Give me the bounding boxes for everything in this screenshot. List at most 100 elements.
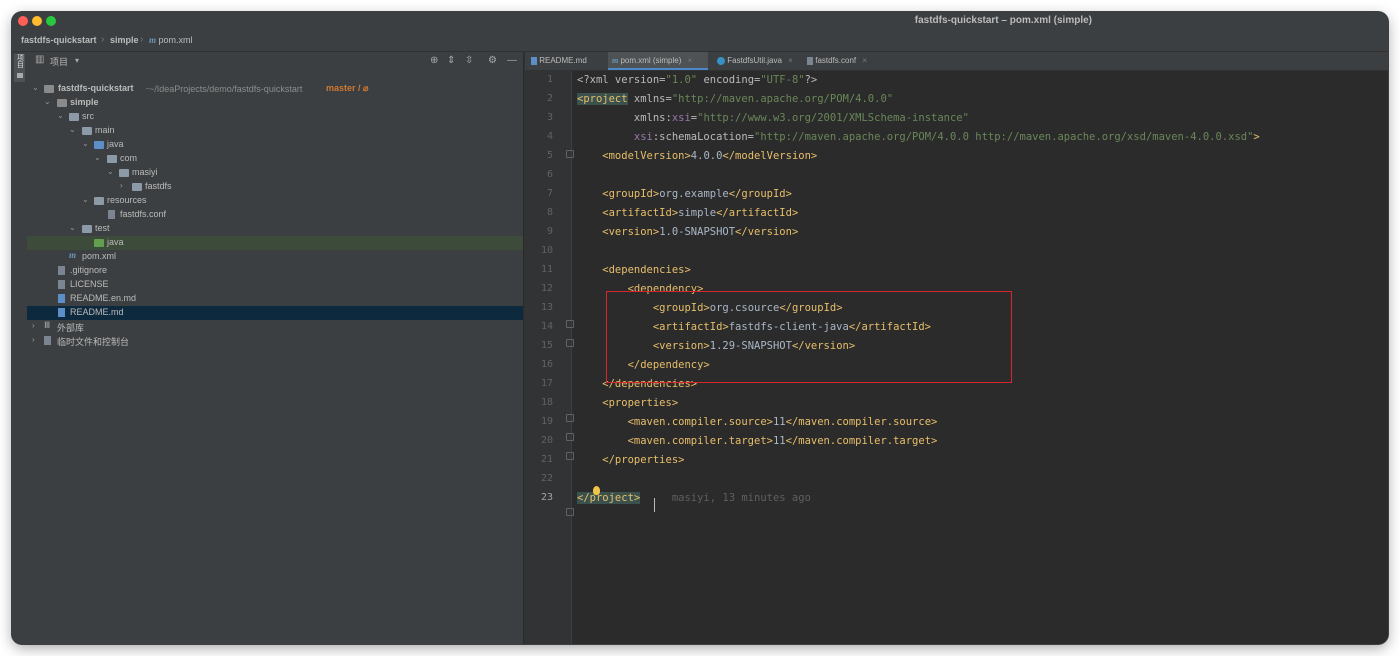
chevron-right-icon[interactable]: › bbox=[32, 321, 35, 330]
chevron-down-icon[interactable]: ▾ bbox=[75, 56, 79, 65]
tree-item-label: pom.xml bbox=[82, 251, 117, 261]
tree-item-masiyi[interactable]: ⌄ masiyi bbox=[27, 166, 523, 180]
chevron-down-icon[interactable]: ⌄ bbox=[69, 223, 76, 232]
project-view-selector[interactable]: 项目 bbox=[50, 55, 68, 68]
code-line-1: <?xml version="1.0" encoding="UTF-8"?> bbox=[577, 71, 817, 90]
attr-name: :schemaLocation= bbox=[652, 131, 755, 143]
tab-fastdfsutil[interactable]: FastdfsUtil.java × bbox=[717, 52, 801, 70]
library-icon: Ⅲ bbox=[44, 320, 51, 330]
code-line-3: xmlns:xsi="http://www.w3.org/2001/XMLSch… bbox=[577, 109, 969, 128]
tree-item-com[interactable]: ⌄ com bbox=[27, 152, 523, 166]
markdown-file-icon bbox=[531, 56, 537, 65]
tag-name: <project bbox=[577, 93, 628, 105]
tag-close: </version> bbox=[735, 226, 799, 238]
project-tool-tab[interactable]: 项目 bbox=[14, 54, 25, 82]
tag-text: 11 bbox=[772, 416, 786, 428]
tag-close: </modelVersion> bbox=[722, 150, 818, 162]
fold-marker[interactable] bbox=[566, 508, 574, 516]
maven-icon: m bbox=[612, 56, 619, 65]
chevron-down-icon[interactable]: ⌄ bbox=[82, 195, 89, 204]
tree-item-scratches[interactable]: › 临时文件和控制台 bbox=[27, 334, 523, 348]
lightbulb-icon[interactable] bbox=[593, 486, 600, 495]
attr-value: "http://www.w3.org/2001/XMLSchema-instan… bbox=[697, 112, 969, 124]
tag-open: <properties> bbox=[577, 397, 679, 409]
line-number: 1 bbox=[546, 74, 553, 85]
xml-decl-end: ?> bbox=[804, 74, 818, 86]
tree-item-fastdfs-conf[interactable]: fastdfs.conf bbox=[27, 208, 523, 222]
chevron-down-icon[interactable]: ⌄ bbox=[69, 125, 76, 134]
tree-item-project-root[interactable]: ⌄ fastdfs-quickstart - ~/IdeaProjects/de… bbox=[27, 82, 523, 96]
breadcrumb-project[interactable]: fastdfs-quickstart bbox=[21, 35, 97, 45]
tree-item-label: fastdfs.conf bbox=[120, 209, 167, 219]
close-tab-icon[interactable]: × bbox=[862, 56, 867, 65]
module-folder-icon bbox=[57, 99, 67, 107]
tag-close: </maven.compiler.target> bbox=[785, 435, 938, 447]
tab-fastdfs-conf[interactable]: fastdfs.conf × bbox=[807, 52, 879, 70]
tree-item-simple[interactable]: ⌄ simple bbox=[27, 96, 523, 110]
tree-item-pom[interactable]: m pom.xml bbox=[27, 250, 523, 264]
breadcrumb-file[interactable]: m pom.xml bbox=[149, 35, 193, 45]
attr-value: "UTF-8" bbox=[760, 74, 805, 86]
tree-item-fastdfs[interactable]: › fastdfs bbox=[27, 180, 523, 194]
file-icon bbox=[807, 56, 813, 65]
tree-item-test[interactable]: ⌄ test bbox=[27, 222, 523, 236]
tree-item-gitignore[interactable]: .gitignore bbox=[27, 264, 523, 278]
fold-marker[interactable] bbox=[566, 433, 574, 441]
tree-item-external-libraries[interactable]: › Ⅲ 外部库 bbox=[27, 320, 523, 334]
markdown-file-icon bbox=[58, 308, 65, 317]
maven-icon: m bbox=[149, 35, 157, 45]
chevron-down-icon[interactable]: ⌄ bbox=[82, 139, 89, 148]
chevron-down-icon[interactable]: ⌄ bbox=[44, 97, 51, 106]
tree-item-resources[interactable]: ⌄ resources bbox=[27, 194, 523, 208]
line-number: 4 bbox=[546, 131, 553, 142]
tab-pom[interactable]: m pom.xml (simple) × bbox=[608, 52, 708, 70]
attr-value: "1.0" bbox=[665, 74, 698, 86]
chevron-down-icon[interactable]: ⌄ bbox=[107, 167, 114, 176]
tab-label: FastdfsUtil.java bbox=[727, 56, 782, 65]
line-number: 21 bbox=[540, 454, 553, 465]
tree-item-readme[interactable]: README.md bbox=[27, 306, 523, 320]
fold-marker[interactable] bbox=[566, 150, 574, 158]
expand-all-icon[interactable]: ⇕ bbox=[447, 55, 455, 66]
line-number: 18 bbox=[540, 397, 553, 408]
package-icon bbox=[107, 155, 117, 163]
line-number: 16 bbox=[540, 359, 553, 370]
attr-value: "http://maven.apache.org/POM/4.0.0" bbox=[671, 93, 894, 105]
tree-item-label: README.md bbox=[70, 307, 124, 317]
tree-item-test-java[interactable]: java bbox=[27, 236, 523, 250]
tree-item-label: main bbox=[95, 125, 115, 135]
collapse-all-icon[interactable]: ⇳ bbox=[465, 55, 473, 66]
chevron-down-icon[interactable]: ⌄ bbox=[32, 83, 39, 92]
fold-marker[interactable] bbox=[566, 320, 574, 328]
line-number: 23 bbox=[540, 492, 553, 503]
tag-close: </project> bbox=[577, 492, 641, 504]
tree-item-readme-en[interactable]: README.en.md bbox=[27, 292, 523, 306]
package-icon bbox=[119, 169, 129, 177]
tree-item-main[interactable]: ⌄ main bbox=[27, 124, 523, 138]
gear-icon[interactable]: ⚙ bbox=[488, 55, 497, 66]
close-tab-icon[interactable]: × bbox=[688, 56, 693, 65]
fold-marker[interactable] bbox=[566, 339, 574, 347]
hide-panel-icon[interactable]: — bbox=[507, 55, 517, 66]
tree-item-java[interactable]: ⌄ java bbox=[27, 138, 523, 152]
code-line-18: <properties> bbox=[577, 394, 678, 413]
tree-item-license[interactable]: LICENSE bbox=[27, 278, 523, 292]
tree-item-label: com bbox=[120, 153, 138, 163]
breadcrumb-module[interactable]: simple bbox=[110, 35, 139, 45]
chevron-down-icon[interactable]: ⌄ bbox=[57, 111, 64, 120]
fold-marker[interactable] bbox=[566, 414, 574, 422]
tree-item-path: - ~/IdeaProjects/demo/fastdfs-quickstart bbox=[146, 83, 303, 94]
chevron-right-icon[interactable]: › bbox=[120, 181, 123, 190]
project-panel-header: ▥ 项目 ▾ ⊕ ⇕ ⇳ ⚙ — bbox=[27, 52, 523, 70]
window-title: fastdfs-quickstart – pom.xml (simple) bbox=[914, 15, 1092, 26]
locate-icon[interactable]: ⊕ bbox=[430, 55, 438, 66]
close-tab-icon[interactable]: × bbox=[788, 56, 793, 65]
tab-readme[interactable]: README.md bbox=[531, 52, 605, 70]
fold-marker[interactable] bbox=[566, 452, 574, 460]
tag-open: <modelVersion> bbox=[577, 150, 691, 162]
tree-item-src[interactable]: ⌄ src bbox=[27, 110, 523, 124]
line-number: 3 bbox=[546, 112, 553, 123]
chevron-down-icon[interactable]: ⌄ bbox=[94, 153, 101, 162]
text-caret bbox=[654, 498, 655, 512]
chevron-right-icon[interactable]: › bbox=[32, 335, 35, 344]
